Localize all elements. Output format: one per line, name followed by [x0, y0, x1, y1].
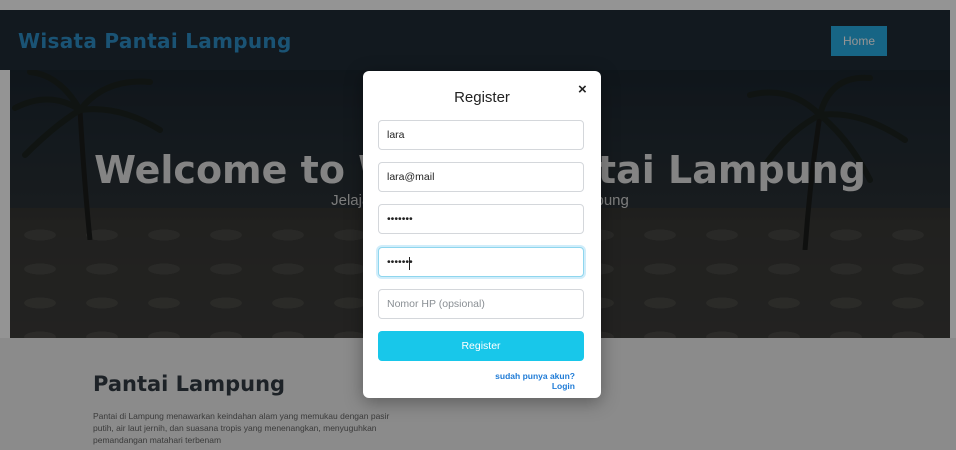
register-button[interactable]: Register: [378, 331, 584, 361]
register-modal: Register × Register sudah punya akun? Lo…: [363, 71, 601, 398]
phone-input[interactable]: [378, 289, 584, 319]
modal-title: Register: [454, 89, 510, 106]
password-input[interactable]: [378, 204, 584, 234]
text-cursor: [409, 257, 410, 270]
login-link[interactable]: sudah punya akun? Login: [471, 371, 575, 391]
email-input[interactable]: [378, 162, 584, 192]
name-input[interactable]: [378, 120, 584, 150]
close-icon[interactable]: ×: [578, 81, 587, 98]
